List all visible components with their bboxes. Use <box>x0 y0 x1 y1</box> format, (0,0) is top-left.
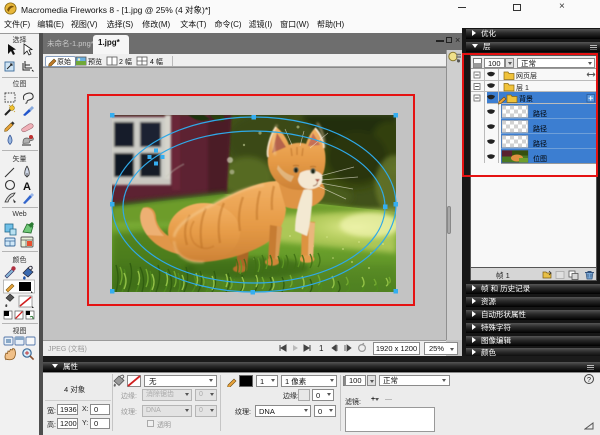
svg-text:A: A <box>23 181 31 193</box>
svg-text:1: 1 <box>319 344 324 353</box>
